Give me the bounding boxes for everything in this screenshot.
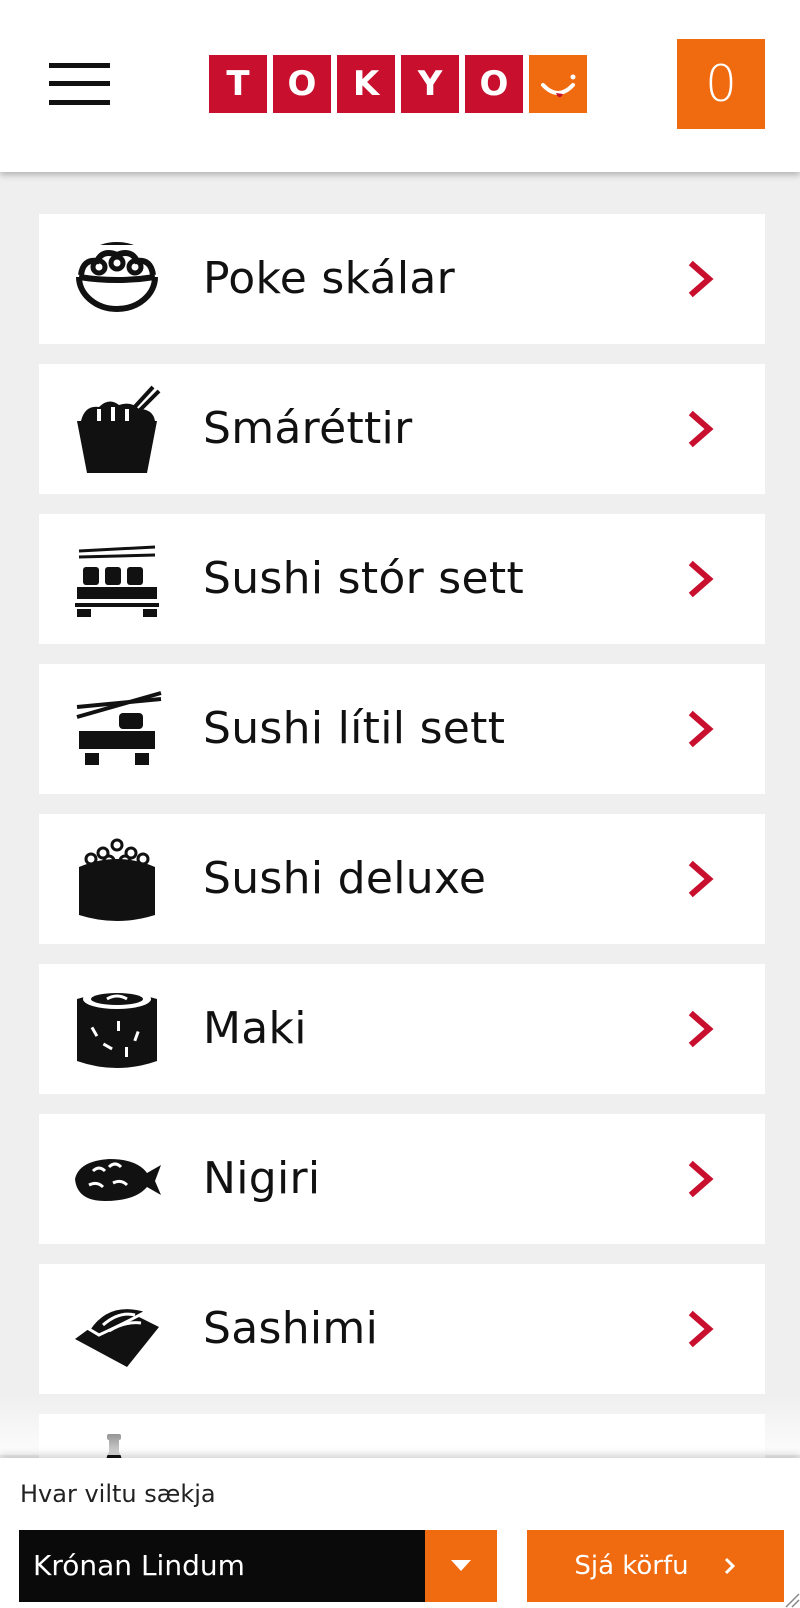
category-list: Poke skálar Smáréttir Sushi stór sett Su… <box>39 214 765 1494</box>
chevron-right-icon <box>688 560 714 598</box>
chevron-right-icon <box>688 260 714 298</box>
category-smarettir[interactable]: Smáréttir <box>39 364 765 494</box>
category-sashimi[interactable]: Sashimi <box>39 1264 765 1394</box>
chevron-right-icon <box>688 710 714 748</box>
chevron-right-icon <box>688 1310 714 1348</box>
category-maki[interactable]: Maki <box>39 964 765 1094</box>
pickup-label: Hvar viltu sækja <box>20 1480 216 1508</box>
sushi-deluxe-icon <box>79 838 155 921</box>
header: T O K Y O 0 <box>0 0 800 172</box>
store-select-value: Krónan Lindum <box>33 1549 245 1582</box>
sashimi-icon <box>75 1306 159 1367</box>
category-label: Sashimi <box>203 1303 379 1354</box>
category-label: Sushi deluxe <box>203 853 487 904</box>
category-sushi-litil-sett[interactable]: Sushi lítil sett <box>39 664 765 794</box>
category-label: Smáréttir <box>203 403 413 454</box>
logo-letter: K <box>337 55 395 113</box>
logo-letter: O <box>465 55 523 113</box>
cart-count-button[interactable]: 0 <box>677 39 765 129</box>
chevron-right-icon <box>688 410 714 448</box>
chevron-right-icon <box>688 1160 714 1198</box>
logo-letter: T <box>209 55 267 113</box>
pickup-bar: Hvar viltu sækja Krónan Lindum Sjá körfu <box>0 1458 800 1608</box>
scroll-fade <box>0 1395 800 1455</box>
category-label: Poke skálar <box>203 253 456 304</box>
small-sushi-set-icon <box>76 691 162 765</box>
category-poke-skalar[interactable]: Poke skálar <box>39 214 765 344</box>
category-label: Sushi lítil sett <box>203 703 506 754</box>
poke-bowl-icon <box>75 242 159 312</box>
nigiri-icon <box>75 1159 161 1201</box>
hamburger-menu-icon[interactable] <box>49 63 110 105</box>
caret-down-icon <box>451 1560 471 1571</box>
chevron-right-icon <box>688 1010 714 1048</box>
dropdown-toggle[interactable] <box>425 1530 497 1602</box>
category-label: Nigiri <box>203 1153 321 1204</box>
category-sushi-stor-sett[interactable]: Sushi stór sett <box>39 514 765 644</box>
smile-icon <box>529 55 587 113</box>
category-label: Sushi stór sett <box>203 553 525 604</box>
large-sushi-set-icon <box>75 545 159 617</box>
resize-grip-icon <box>785 1593 800 1608</box>
logo-letter: Y <box>401 55 459 113</box>
view-cart-button[interactable]: Sjá körfu <box>527 1530 784 1602</box>
category-sushi-deluxe[interactable]: Sushi deluxe <box>39 814 765 944</box>
chevron-right-icon <box>688 860 714 898</box>
logo-letter: O <box>273 55 331 113</box>
small-dish-icon <box>77 385 161 473</box>
chevron-right-icon <box>724 1557 735 1575</box>
store-select[interactable]: Krónan Lindum <box>19 1530 497 1602</box>
tokyo-logo[interactable]: T O K Y O <box>209 55 587 113</box>
category-nigiri[interactable]: Nigiri <box>39 1114 765 1244</box>
category-label: Maki <box>203 1003 307 1054</box>
view-cart-label: Sjá körfu <box>574 1551 689 1581</box>
maki-icon <box>77 989 157 1068</box>
